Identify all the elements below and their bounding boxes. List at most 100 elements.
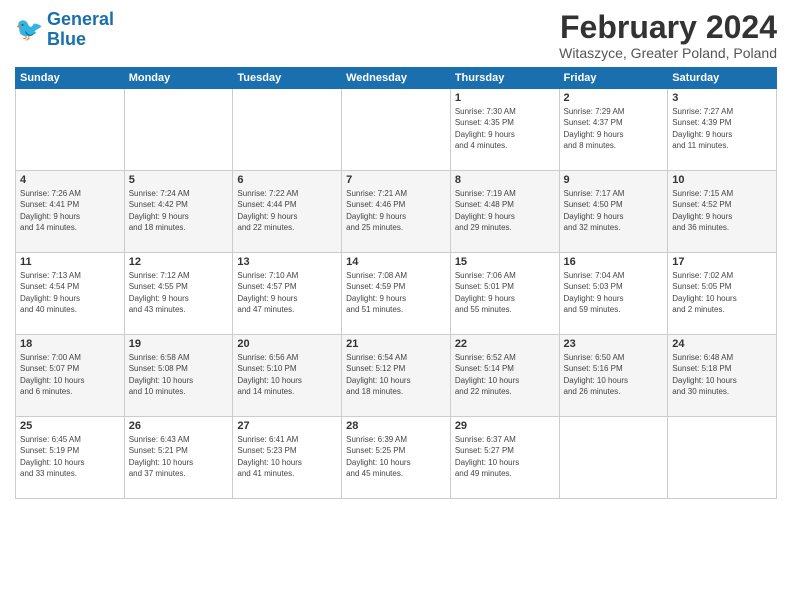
day-info: Sunrise: 7:19 AM Sunset: 4:48 PM Dayligh… [455,188,555,233]
day-info: Sunrise: 6:43 AM Sunset: 5:21 PM Dayligh… [129,434,229,479]
table-cell: 8 Sunrise: 7:19 AM Sunset: 4:48 PM Daylig… [450,171,559,253]
day-number: 25 [20,420,120,432]
day-info: Sunrise: 6:45 AM Sunset: 5:19 PM Dayligh… [20,434,120,479]
day-number: 15 [455,256,555,268]
day-info: Sunrise: 7:06 AM Sunset: 5:01 PM Dayligh… [455,270,555,315]
day-number: 12 [129,256,229,268]
calendar-table: Sunday Monday Tuesday Wednesday Thursday… [15,67,777,499]
header: 🐦 General Blue February 2024 Witaszyce, … [15,10,777,61]
table-cell: 11 Sunrise: 7:13 AM Sunset: 4:54 PM Dayli… [16,253,125,335]
day-number: 1 [455,92,555,104]
table-cell: 14Sunrise: 7:08 AM Sunset: 4:59 PM Dayli… [342,253,451,335]
day-info: Sunrise: 7:17 AM Sunset: 4:50 PM Dayligh… [564,188,664,233]
col-wednesday: Wednesday [342,68,451,89]
day-number: 27 [237,420,337,432]
col-friday: Friday [559,68,668,89]
day-info: Sunrise: 7:22 AM Sunset: 4:44 PM Dayligh… [237,188,337,233]
day-info: Sunrise: 6:58 AM Sunset: 5:08 PM Dayligh… [129,352,229,397]
day-info: Sunrise: 7:13 AM Sunset: 4:54 PM Dayligh… [20,270,120,315]
col-saturday: Saturday [668,68,777,89]
day-info: Sunrise: 6:54 AM Sunset: 5:12 PM Dayligh… [346,352,446,397]
day-info: Sunrise: 6:52 AM Sunset: 5:14 PM Dayligh… [455,352,555,397]
day-number: 10 [672,174,772,186]
table-cell: 5 Sunrise: 7:24 AM Sunset: 4:42 PM Daylig… [124,171,233,253]
table-cell: 6 Sunrise: 7:22 AM Sunset: 4:44 PM Daylig… [233,171,342,253]
day-info: Sunrise: 7:26 AM Sunset: 4:41 PM Dayligh… [20,188,120,233]
day-number: 18 [20,338,120,350]
table-cell: 18Sunrise: 7:00 AM Sunset: 5:07 PM Dayli… [16,335,125,417]
table-cell [124,89,233,171]
day-info: Sunrise: 7:12 AM Sunset: 4:55 PM Dayligh… [129,270,229,315]
table-cell: 28Sunrise: 6:39 AM Sunset: 5:25 PM Dayli… [342,417,451,499]
table-cell: 17Sunrise: 7:02 AM Sunset: 5:05 PM Dayli… [668,253,777,335]
day-info: Sunrise: 7:24 AM Sunset: 4:42 PM Dayligh… [129,188,229,233]
day-number: 2 [564,92,664,104]
table-cell: 2 Sunrise: 7:29 AM Sunset: 4:37 PM Daylig… [559,89,668,171]
day-number: 20 [237,338,337,350]
day-info: Sunrise: 7:15 AM Sunset: 4:52 PM Dayligh… [672,188,772,233]
page: 🐦 General Blue February 2024 Witaszyce, … [0,0,792,612]
table-cell: 24 Sunrise: 6:48 AM Sunset: 5:18 PM Dayli… [668,335,777,417]
day-number: 21 [346,338,446,350]
day-number: 11 [20,256,120,268]
day-info: Sunrise: 6:48 AM Sunset: 5:18 PM Dayligh… [672,352,772,397]
table-cell: 25 Sunrise: 6:45 AM Sunset: 5:19 PM Dayli… [16,417,125,499]
table-cell [668,417,777,499]
main-title: February 2024 [559,10,777,45]
day-info: Sunrise: 6:41 AM Sunset: 5:23 PM Dayligh… [237,434,337,479]
day-info: Sunrise: 6:56 AM Sunset: 5:10 PM Dayligh… [237,352,337,397]
table-cell: 12 Sunrise: 7:12 AM Sunset: 4:55 PM Dayli… [124,253,233,335]
table-cell [559,417,668,499]
logo: 🐦 General Blue [15,10,114,50]
table-cell [16,89,125,171]
day-info: Sunrise: 7:27 AM Sunset: 4:39 PM Dayligh… [672,106,772,151]
logo-text: General Blue [47,10,114,50]
week-row-1: 1 Sunrise: 7:30 AM Sunset: 4:35 PM Daylig… [16,89,777,171]
col-sunday: Sunday [16,68,125,89]
table-cell: 27 Sunrise: 6:41 AM Sunset: 5:23 PM Dayli… [233,417,342,499]
table-cell: 10 Sunrise: 7:15 AM Sunset: 4:52 PM Dayli… [668,171,777,253]
table-cell: 1 Sunrise: 7:30 AM Sunset: 4:35 PM Daylig… [450,89,559,171]
logo-icon: 🐦 [15,16,43,44]
table-cell: 9 Sunrise: 7:17 AM Sunset: 4:50 PM Daylig… [559,171,668,253]
table-cell [342,89,451,171]
week-row-3: 11 Sunrise: 7:13 AM Sunset: 4:54 PM Dayli… [16,253,777,335]
table-cell: 21 Sunrise: 6:54 AM Sunset: 5:12 PM Dayli… [342,335,451,417]
subtitle: Witaszyce, Greater Poland, Poland [559,45,777,61]
day-info: Sunrise: 7:29 AM Sunset: 4:37 PM Dayligh… [564,106,664,151]
table-cell: 16Sunrise: 7:04 AM Sunset: 5:03 PM Dayli… [559,253,668,335]
day-info: Sunrise: 7:08 AM Sunset: 4:59 PM Dayligh… [346,270,446,315]
day-number: 24 [672,338,772,350]
day-number: 3 [672,92,772,104]
table-cell: 3 Sunrise: 7:27 AM Sunset: 4:39 PM Daylig… [668,89,777,171]
day-number: 6 [237,174,337,186]
day-number: 26 [129,420,229,432]
table-cell: 15 Sunrise: 7:06 AM Sunset: 5:01 PM Dayli… [450,253,559,335]
day-number: 4 [20,174,120,186]
title-block: February 2024 Witaszyce, Greater Poland,… [559,10,777,61]
table-cell: 26 Sunrise: 6:43 AM Sunset: 5:21 PM Dayli… [124,417,233,499]
calendar-header-row: Sunday Monday Tuesday Wednesday Thursday… [16,68,777,89]
day-number: 29 [455,420,555,432]
table-cell: 29Sunrise: 6:37 AM Sunset: 5:27 PM Dayli… [450,417,559,499]
day-info: Sunrise: 7:30 AM Sunset: 4:35 PM Dayligh… [455,106,555,151]
day-info: Sunrise: 7:21 AM Sunset: 4:46 PM Dayligh… [346,188,446,233]
day-number: 8 [455,174,555,186]
table-cell: 19Sunrise: 6:58 AM Sunset: 5:08 PM Dayli… [124,335,233,417]
table-cell [233,89,342,171]
day-number: 23 [564,338,664,350]
table-cell: 20 Sunrise: 6:56 AM Sunset: 5:10 PM Dayli… [233,335,342,417]
table-cell: 4 Sunrise: 7:26 AM Sunset: 4:41 PM Daylig… [16,171,125,253]
day-number: 9 [564,174,664,186]
table-cell: 23Sunrise: 6:50 AM Sunset: 5:16 PM Dayli… [559,335,668,417]
col-monday: Monday [124,68,233,89]
day-number: 5 [129,174,229,186]
table-cell: 13Sunrise: 7:10 AM Sunset: 4:57 PM Dayli… [233,253,342,335]
table-cell: 7Sunrise: 7:21 AM Sunset: 4:46 PM Daylig… [342,171,451,253]
day-info: Sunrise: 6:39 AM Sunset: 5:25 PM Dayligh… [346,434,446,479]
day-info: Sunrise: 7:02 AM Sunset: 5:05 PM Dayligh… [672,270,772,315]
col-tuesday: Tuesday [233,68,342,89]
week-row-5: 25 Sunrise: 6:45 AM Sunset: 5:19 PM Dayli… [16,417,777,499]
table-cell: 22 Sunrise: 6:52 AM Sunset: 5:14 PM Dayli… [450,335,559,417]
day-number: 22 [455,338,555,350]
